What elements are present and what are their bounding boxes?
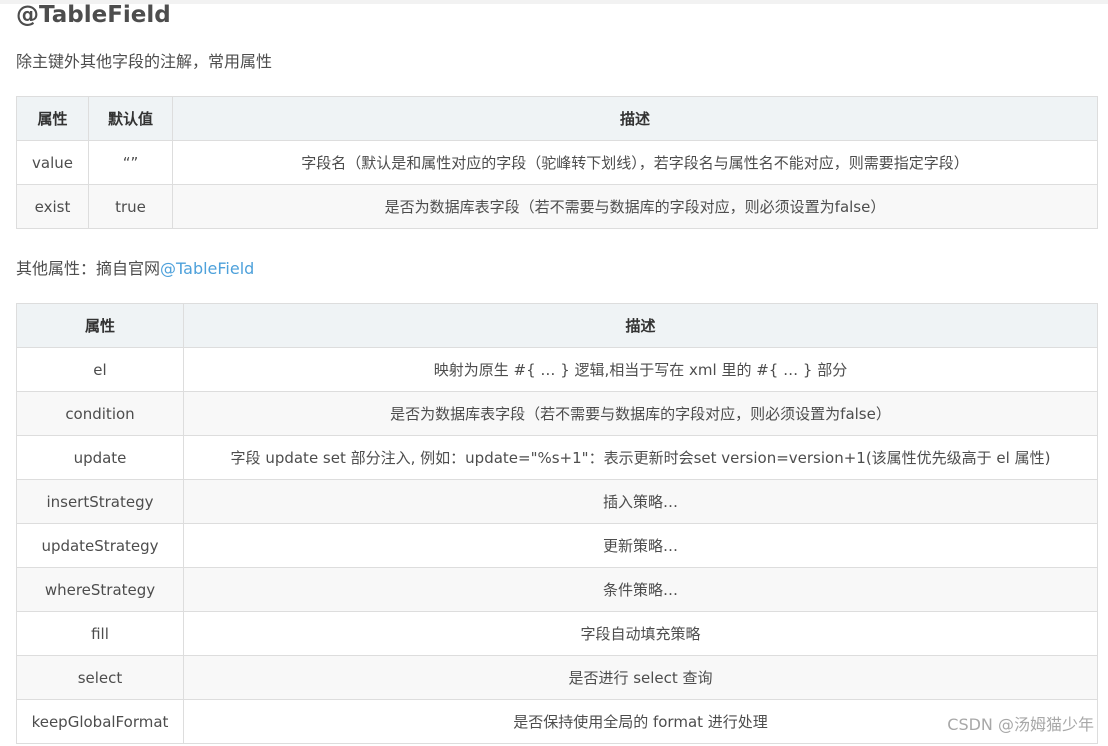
column-header-attribute: 属性: [16, 303, 184, 348]
attribute-cell: update: [16, 435, 184, 480]
description-cell: 是否为数据库表字段（若不需要与数据库的字段对应，则必须设置为false）: [183, 391, 1098, 436]
column-header-attribute: 属性: [16, 96, 89, 141]
table-row: value “” 字段名（默认是和属性对应的字段（驼峰转下划线），若字段名与属性…: [16, 140, 1098, 185]
table-header-row: 属性 描述: [16, 303, 1098, 348]
table-row: exist true 是否为数据库表字段（若不需要与数据库的字段对应，则必须设置…: [16, 184, 1098, 229]
default-cell: true: [88, 184, 173, 229]
common-attributes-table: 属性 默认值 描述 value “” 字段名（默认是和属性对应的字段（驼峰转下划…: [16, 96, 1098, 229]
attribute-cell: updateStrategy: [16, 523, 184, 568]
official-site-link[interactable]: @TableField: [160, 259, 254, 278]
other-attributes-text: 其他属性：摘自官网@TableField: [16, 257, 254, 281]
description-cell: 条件策略…: [183, 567, 1098, 612]
table-row: fill 字段自动填充策略: [16, 611, 1098, 656]
attribute-cell: exist: [16, 184, 89, 229]
column-header-description: 描述: [183, 303, 1098, 348]
table-row: update 字段 update set 部分注入, 例如：update="%s…: [16, 435, 1098, 480]
attribute-cell: insertStrategy: [16, 479, 184, 524]
attribute-cell: el: [16, 347, 184, 392]
intro-text: 除主键外其他字段的注解，常用属性: [16, 52, 273, 71]
table-header-row: 属性 默认值 描述: [16, 96, 1098, 141]
description-cell: 映射为原生 #{ … } 逻辑,相当于写在 xml 里的 #{ … } 部分: [183, 347, 1098, 392]
attribute-cell: select: [16, 655, 184, 700]
csdn-watermark: CSDN @汤姆猫少年: [947, 715, 1094, 734]
attribute-cell: value: [16, 140, 89, 185]
description-cell: 插入策略…: [183, 479, 1098, 524]
column-header-default: 默认值: [88, 96, 173, 141]
other-attributes-table: 属性 描述 el 映射为原生 #{ … } 逻辑,相当于写在 xml 里的 #{…: [16, 303, 1098, 744]
other-attributes-prefix: 其他属性：摘自官网: [16, 259, 161, 278]
attribute-cell: keepGlobalFormat: [16, 699, 184, 744]
table-row: updateStrategy 更新策略…: [16, 523, 1098, 568]
table-row: condition 是否为数据库表字段（若不需要与数据库的字段对应，则必须设置为…: [16, 391, 1098, 436]
table-row: keepGlobalFormat 是否保持使用全局的 format 进行处理: [16, 699, 1098, 744]
attribute-cell: fill: [16, 611, 184, 656]
description-cell: 字段自动填充策略: [183, 611, 1098, 656]
attribute-cell: condition: [16, 391, 184, 436]
attribute-cell: whereStrategy: [16, 567, 184, 612]
description-cell: 是否为数据库表字段（若不需要与数据库的字段对应，则必须设置为false）: [172, 184, 1098, 229]
table-row: el 映射为原生 #{ … } 逻辑,相当于写在 xml 里的 #{ … } 部…: [16, 347, 1098, 392]
table-row: whereStrategy 条件策略…: [16, 567, 1098, 612]
table-row: select 是否进行 select 查询: [16, 655, 1098, 700]
description-cell: 字段名（默认是和属性对应的字段（驼峰转下划线），若字段名与属性名不能对应，则需要…: [172, 140, 1098, 185]
table-row: insertStrategy 插入策略…: [16, 479, 1098, 524]
column-header-description: 描述: [172, 96, 1098, 141]
description-cell: 更新策略…: [183, 523, 1098, 568]
page-heading: @TableField: [16, 2, 171, 28]
description-cell: 字段 update set 部分注入, 例如：update="%s+1"：表示更…: [183, 435, 1098, 480]
default-cell: “”: [88, 140, 173, 185]
description-cell: 是否进行 select 查询: [183, 655, 1098, 700]
